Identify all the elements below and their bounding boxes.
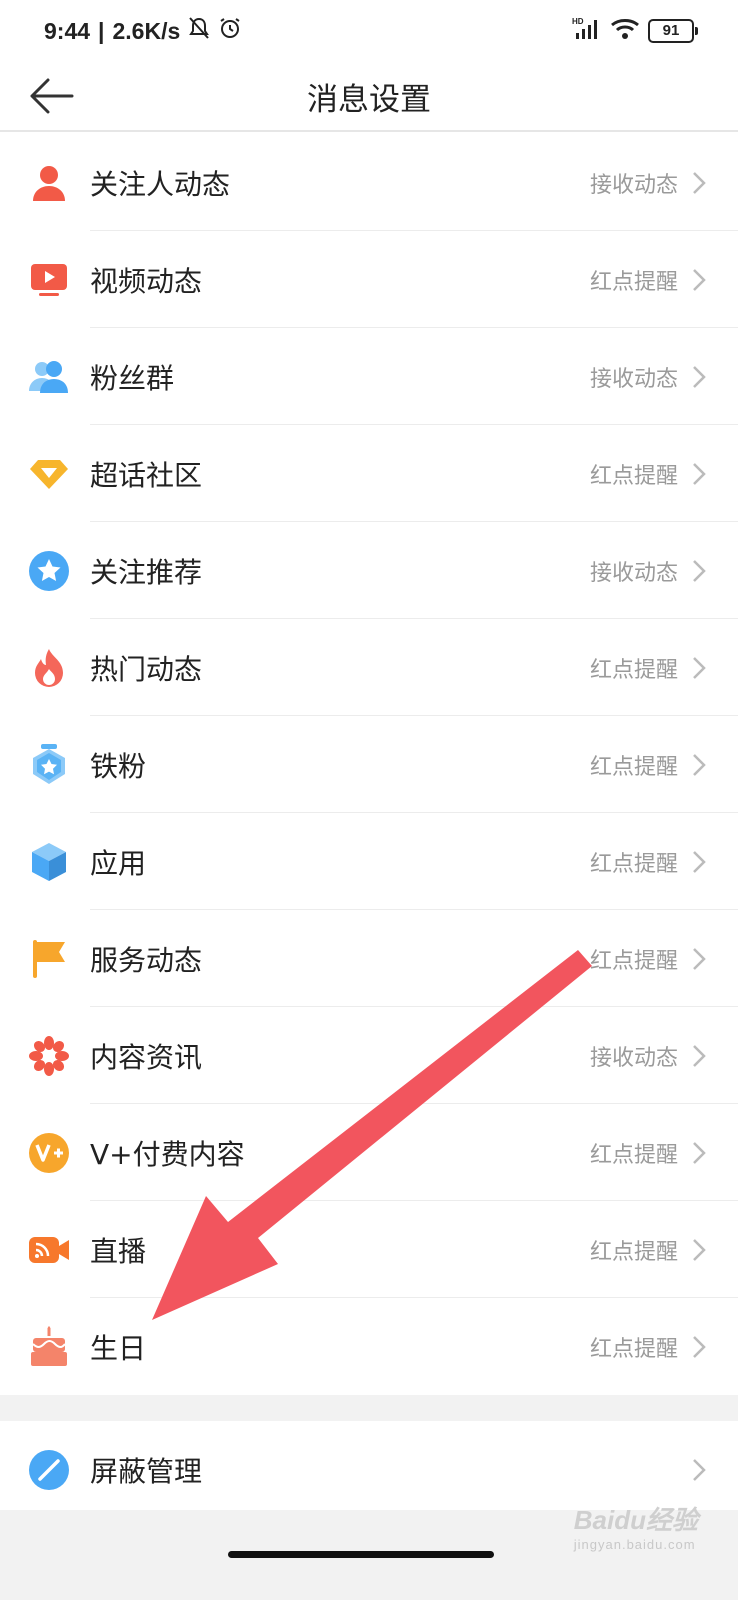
list-item-video-activity[interactable]: 视频动态 红点提醒 [0,231,738,328]
status-time: 9:44 [44,17,91,44]
network-type: HD [572,17,584,26]
item-label: 热门动态 [90,652,203,686]
chevron-right-icon [688,1235,710,1265]
list-item-follow-activity[interactable]: 关注人动态 接收动态 [0,134,738,231]
chevron-right-icon [688,1041,710,1071]
battery-indicator: 91 [648,19,698,43]
watermark-url: jingyan.baidu.com [573,1537,696,1552]
item-value: 红点提醒 [589,1142,678,1168]
chevron-right-icon [688,459,710,489]
chevron-right-icon [688,944,710,974]
item-value: 红点提醒 [589,948,678,974]
item-label: 铁粉 [90,749,147,783]
item-label: 直播 [90,1234,147,1268]
list-item-fan-group[interactable]: 粉丝群 接收动态 [0,328,738,425]
item-label: 屏蔽管理 [90,1454,203,1488]
item-value: 红点提醒 [589,754,678,780]
diamond-icon [26,451,72,497]
item-label: V+付费内容 [90,1137,245,1171]
item-value: 接收动态 [589,172,678,198]
chevron-right-icon [688,1455,710,1485]
item-label: 内容资讯 [90,1040,203,1074]
chevron-right-icon [688,1332,710,1362]
item-value: 红点提醒 [589,1336,678,1362]
live-icon [26,1227,72,1273]
vplus-icon [26,1130,72,1176]
list-item-follow-recommend[interactable]: 关注推荐 接收动态 [0,522,738,619]
list-item-apps[interactable]: 应用 红点提醒 [0,813,738,910]
wifi-icon [610,16,640,46]
item-label: 应用 [90,846,147,880]
item-value: 红点提醒 [589,269,678,295]
chevron-right-icon [688,653,710,683]
section-gap [0,1395,738,1421]
list-item-birthday[interactable]: 生日 红点提醒 [0,1298,738,1395]
list-item-vplus-paid[interactable]: V+付费内容 红点提醒 [0,1104,738,1201]
watermark-brand: Baidu经验 [573,1505,698,1535]
item-label: 关注推荐 [90,555,203,589]
status-bar: 9:44 | 2.6K/s HD 91 [0,0,738,62]
chevron-right-icon [688,265,710,295]
group-icon [26,354,72,400]
chevron-right-icon [688,556,710,586]
item-label: 服务动态 [90,943,203,977]
chevron-right-icon [688,750,710,780]
signal-icon: HD [572,16,602,46]
home-indicator[interactable] [228,1551,494,1558]
item-value: 红点提醒 [589,851,678,877]
item-value: 接收动态 [589,560,678,586]
mute-bell-icon [188,16,210,46]
chevron-right-icon [688,362,710,392]
list-item-hot-activity[interactable]: 热门动态 红点提醒 [0,619,738,716]
item-label: 超话社区 [90,458,203,492]
item-value: 红点提醒 [589,463,678,489]
list-item-service-activity[interactable]: 服务动态 红点提醒 [0,910,738,1007]
status-separator: | [98,17,105,44]
item-value: 接收动态 [589,1045,678,1071]
list-item-iron-fan[interactable]: 铁粉 红点提醒 [0,716,738,813]
back-arrow-icon [30,78,74,114]
item-value: 接收动态 [589,366,678,392]
list-item-live[interactable]: 直播 红点提醒 [0,1201,738,1298]
item-label: 粉丝群 [90,361,175,395]
alarm-icon [218,16,242,46]
flag-icon [26,936,72,982]
block-icon [26,1447,72,1493]
flower-icon [26,1033,72,1079]
chevron-right-icon [688,168,710,198]
list-item-content-news[interactable]: 内容资讯 接收动态 [0,1007,738,1104]
cube-icon [26,839,72,885]
badge-icon [26,742,72,788]
settings-list: 关注人动态 接收动态 视频动态 红点提醒 粉丝群 接收动态 超话社区 红点提醒 … [0,134,738,1518]
status-left: 9:44 | 2.6K/s [44,16,242,46]
item-value: 红点提醒 [589,657,678,683]
flame-icon [26,645,72,691]
header: 消息设置 [0,62,738,132]
item-label: 关注人动态 [90,167,231,201]
video-icon [26,257,72,303]
list-item-super-topic[interactable]: 超话社区 红点提醒 [0,425,738,522]
status-speed: 2.6K/s [112,17,181,44]
person-icon [26,160,72,206]
status-right: HD 91 [572,16,698,46]
chevron-right-icon [688,847,710,877]
page-title: 消息设置 [307,81,431,118]
back-button[interactable] [26,73,76,119]
item-value: 红点提醒 [589,1239,678,1265]
item-label: 视频动态 [90,264,203,298]
item-label: 生日 [90,1331,147,1365]
watermark: Baidu经验 jingyan.baidu.com [574,1500,698,1552]
cake-icon [26,1324,72,1370]
chevron-right-icon [688,1138,710,1168]
star-icon [26,548,72,594]
